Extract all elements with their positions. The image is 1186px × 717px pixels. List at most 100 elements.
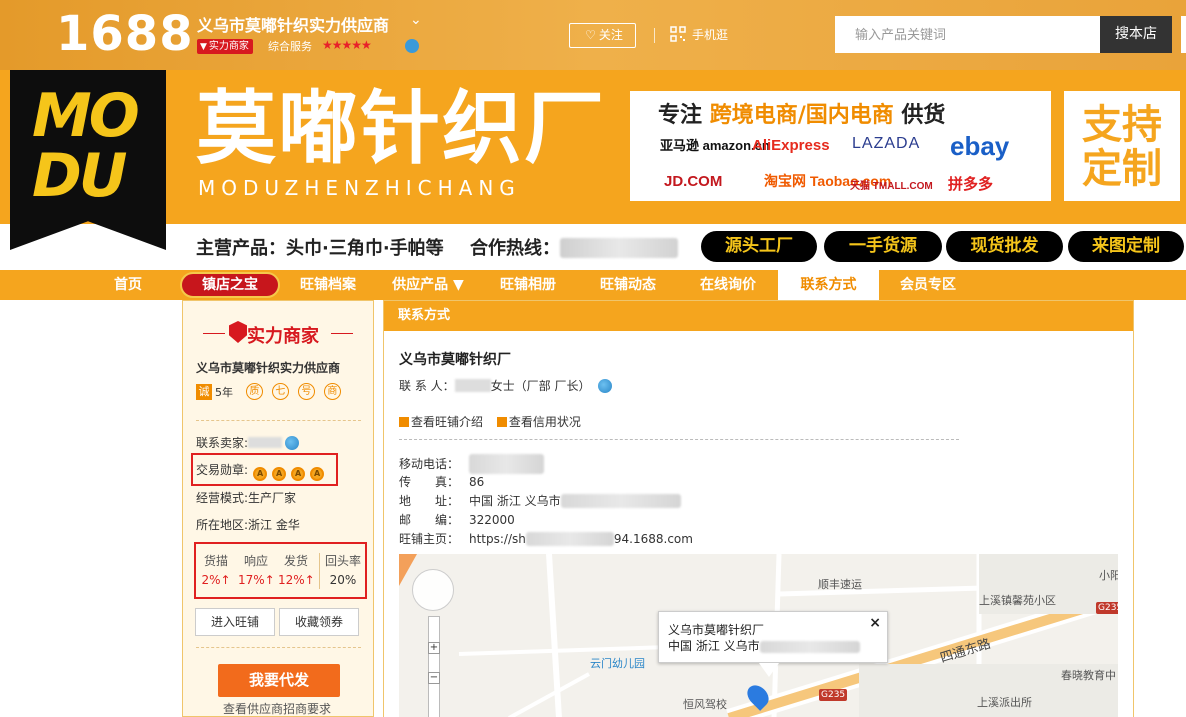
aliexpress-logo: AliExpress xyxy=(752,137,830,154)
seven-day-seal-icon[interactable]: 七 xyxy=(271,383,289,400)
nav-news[interactable]: 旺铺动态 xyxy=(588,270,668,300)
map-label-sf-express: 顺丰速运 xyxy=(818,578,862,591)
dropship-requirements-link[interactable]: 查看供应商招商要求 xyxy=(223,700,331,717)
zoom-in-button[interactable]: + xyxy=(428,642,440,654)
chevron-down-icon[interactable]: ⌄ xyxy=(410,12,422,28)
nav-home[interactable]: 首页 xyxy=(90,270,166,300)
pill-wholesale: 现货批发 xyxy=(946,231,1063,262)
brand-name-cn: 莫嘟针织厂 xyxy=(196,82,606,175)
service-stats: 货描 2%↑ 响应 17%↑ 发货 12%↑ 回头率 20% xyxy=(194,542,367,599)
map-info-popup: 义乌市莫嘟针织厂 中国 浙江 义乌市 × xyxy=(658,611,888,663)
search-input[interactable]: 输入产品关键词 xyxy=(835,16,1100,53)
popup-address-blurred xyxy=(759,641,860,653)
zoom-out-button[interactable]: − xyxy=(428,672,440,684)
wangwang-icon[interactable] xyxy=(285,436,300,450)
view-shop-intro-link[interactable]: 查看旺铺介绍 xyxy=(411,415,483,429)
mobile-phone-row: 移动电话： xyxy=(399,454,544,474)
popup-tail xyxy=(759,663,779,677)
modu-logo: MO DU xyxy=(10,70,166,250)
platform-promo-box: 专注 跨境电商/国内电商 供货 亚马逊 amazon.cn AliExpress… xyxy=(628,89,1053,203)
popup-title: 义乌市莫嘟针织厂 xyxy=(668,623,765,637)
strength-merchant-badge: ▼ 实力商家 xyxy=(197,39,253,54)
jd-logo: JD.COM xyxy=(664,173,723,190)
arrow-icon xyxy=(496,417,507,427)
service-stars: ★★★★★ xyxy=(322,38,372,52)
map-zoom-slider[interactable] xyxy=(428,616,440,717)
mobile-browse-link[interactable]: 手机逛 xyxy=(670,24,728,46)
shield-icon: ▼ xyxy=(200,42,207,52)
quality-seal-icon[interactable]: 质 xyxy=(245,383,263,400)
location-map[interactable]: 顺丰速运 上溪镇馨苑小区 小阳 云门幼儿园 四通东路 春晓教育中 上溪派出所 恒… xyxy=(399,554,1118,717)
road-sign-g235: G235 xyxy=(819,689,848,701)
wangwang-icon[interactable] xyxy=(598,379,613,393)
address-row: 地 址： 中国 浙江 义乌市 xyxy=(399,492,681,509)
nav-treasure[interactable]: 镇店之宝 xyxy=(180,272,280,298)
nav-products[interactable]: 供应产品 ▼ xyxy=(378,270,478,300)
nav-members[interactable]: 会员专区 xyxy=(888,270,968,300)
service-label: 综合服务 xyxy=(268,40,312,53)
divider xyxy=(654,28,655,43)
popup-address: 中国 浙江 义乌市 xyxy=(668,638,878,654)
site-logo[interactable]: 1688 xyxy=(56,6,194,62)
search-extension xyxy=(1181,16,1186,53)
membership-years: 诚 5年 质七号商 xyxy=(196,383,341,401)
divider xyxy=(319,553,320,589)
follow-button[interactable]: ♡ 关注 xyxy=(569,23,636,48)
seller-name-blurred xyxy=(248,437,283,448)
nav-archive[interactable]: 旺铺档案 xyxy=(288,270,368,300)
nav-inquiry[interactable]: 在线询价 xyxy=(688,270,768,300)
divider xyxy=(399,439,959,440)
map-pan-control[interactable] xyxy=(412,569,454,611)
panel-title: 联系方式 xyxy=(384,301,1133,331)
favorite-coupon-button[interactable]: 收藏领券 xyxy=(279,608,359,636)
pinduoduo-logo: 拼多多 xyxy=(948,176,994,193)
pill-custom-image: 来图定制 xyxy=(1068,231,1184,262)
sidebar-company-name[interactable]: 义乌市莫嘟针织实力供应商 xyxy=(196,359,340,376)
map-label-kindergarten: 云门幼儿园 xyxy=(590,657,645,670)
stat-response: 响应 17%↑ xyxy=(238,554,275,587)
stat-repurchase: 回头率 20% xyxy=(324,554,361,587)
company-name: 义乌市莫嘟针织厂 xyxy=(399,352,511,368)
medal-icon: A xyxy=(272,467,287,481)
hotline: 合作热线： xyxy=(470,234,678,260)
enter-shop-button[interactable]: 进入旺铺 xyxy=(195,608,275,636)
map-label-xiaoyang: 小阳 xyxy=(1099,569,1118,582)
close-icon[interactable]: × xyxy=(869,615,881,631)
map-label-police: 上溪派出所 xyxy=(977,696,1032,709)
shop-name[interactable]: 义乌市莫嘟针织实力供应商 xyxy=(197,12,389,36)
homepage-link[interactable]: https://sh 94.1688.com xyxy=(469,532,693,546)
number-seal-icon[interactable]: 号 xyxy=(297,383,315,400)
nav-album[interactable]: 旺铺相册 xyxy=(488,270,568,300)
main-products: 主营产品：头巾·三角巾·手帕等 xyxy=(196,238,444,259)
divider xyxy=(196,420,361,421)
mobile-number-blurred xyxy=(469,454,544,474)
info-links: 查看旺铺介绍 查看信用状况 xyxy=(399,413,591,430)
shield-icon xyxy=(229,321,247,343)
map-label-residential: 上溪镇馨苑小区 xyxy=(979,594,1056,607)
map-label-driving-school: 恒风驾校 xyxy=(683,698,727,711)
homepage-blurred xyxy=(525,532,614,546)
seller-sidebar: 实力商家 义乌市莫嘟针织实力供应商 诚 5年 质七号商 联系卖家: 交易勋章: A A… xyxy=(182,300,374,717)
medal-icon: A xyxy=(253,467,268,481)
top-bar: 1688 义乌市莫嘟针织实力供应商 ⌄ ▼ 实力商家 综合服务 ★★★★★ ♡ 关注… xyxy=(0,0,1186,70)
region: 所在地区:浙江 金华 xyxy=(196,518,300,532)
dropship-button[interactable]: 我要代发 xyxy=(218,664,340,697)
shop-nav: 首页 旺铺档案 供应产品 ▼ 旺铺相册 旺铺动态 在线询价 联系方式 会员专区 xyxy=(0,270,1186,300)
shop-banner: MO DU 莫嘟针织厂 MODUZHENZHICHANG 专注 跨境电商/国内电商… xyxy=(0,70,1186,270)
wangwang-icon[interactable] xyxy=(405,39,419,53)
road-sign-g235: G235 xyxy=(1096,602,1118,614)
view-credit-link[interactable]: 查看信用状况 xyxy=(509,415,581,429)
nav-contact[interactable]: 联系方式 xyxy=(778,270,879,300)
map-label-education: 春晓教育中 xyxy=(1061,669,1116,682)
divider xyxy=(203,333,225,334)
search-shop-button[interactable]: 搜本店 xyxy=(1100,16,1172,53)
stat-shipping: 发货 12%↑ xyxy=(278,554,315,587)
modu-logo-text: MO DU xyxy=(32,81,140,211)
business-mode: 经营模式:生产厂家 xyxy=(196,491,297,505)
promo-title: 专注 跨境电商/国内电商 供货 xyxy=(658,103,946,128)
fax-row: 传 真： 86 xyxy=(399,475,485,489)
merchant-seal-icon[interactable]: 商 xyxy=(323,383,341,400)
tmall-logo: 天猫 TMALL.COM xyxy=(850,181,933,192)
strength-merchant-header: 实力商家 xyxy=(203,319,353,349)
trade-medals: 交易勋章: A A A A xyxy=(196,461,325,481)
